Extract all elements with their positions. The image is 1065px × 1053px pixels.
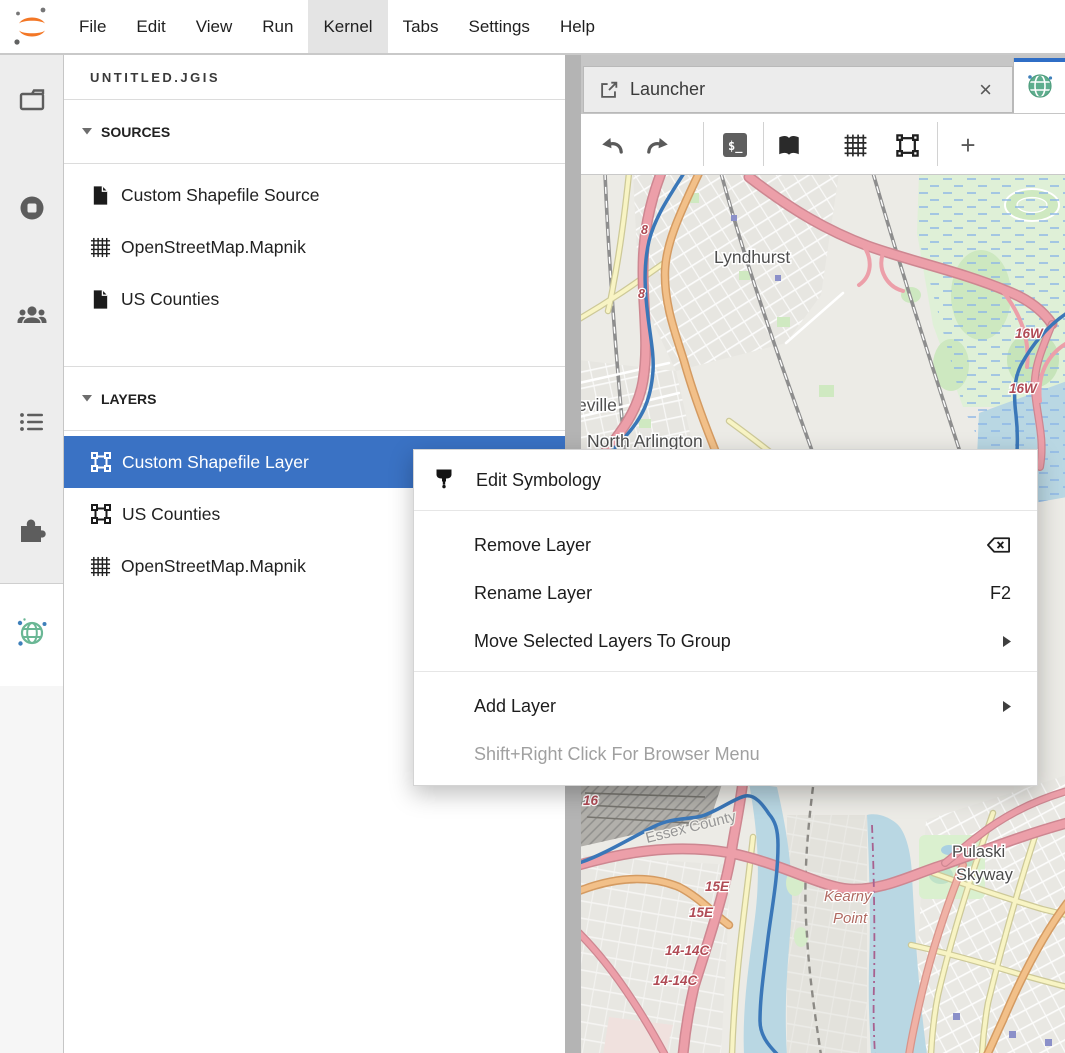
collapse-triangle-icon (82, 128, 92, 135)
layers-header-label: LAYERS (101, 391, 157, 407)
menu-run[interactable]: Run (247, 0, 308, 53)
tab-launcher[interactable]: Launcher × (583, 66, 1013, 113)
map-label-15e: 15E (689, 905, 714, 920)
delete-forward-icon (986, 535, 1011, 555)
map-label-16w: 16W (1015, 326, 1044, 341)
console-button[interactable]: $_ (718, 128, 752, 162)
submenu-arrow-icon (1003, 636, 1011, 647)
tab-launcher-label: Launcher (630, 79, 961, 100)
table-of-contents-icon[interactable] (0, 402, 63, 442)
submenu-arrow-icon (1003, 701, 1011, 712)
application-window: File Edit View Run Kernel Tabs Settings … (0, 0, 1065, 1053)
raster-grid-icon (90, 237, 111, 258)
add-raster-layer-button[interactable] (838, 128, 872, 162)
menu-bar: File Edit View Run Kernel Tabs Settings … (0, 0, 1065, 53)
map-label-belleville: eville (581, 395, 617, 415)
toolbar-separator (763, 122, 764, 166)
source-item-us-counties[interactable]: US Counties (64, 273, 565, 325)
menu-kernel[interactable]: Kernel (308, 0, 387, 53)
jupytergis-sidebar-section (0, 583, 63, 687)
sources-section-header[interactable]: SOURCES (64, 100, 565, 164)
identify-book-button[interactable] (772, 128, 806, 162)
tab-close-icon[interactable]: × (971, 77, 1000, 103)
collapse-triangle-icon (82, 395, 92, 402)
layer-label: US Counties (122, 504, 220, 525)
add-vector-layer-button[interactable] (890, 128, 924, 162)
layer-label: OpenStreetMap.Mapnik (121, 556, 306, 577)
raster-grid-icon (90, 556, 111, 577)
menu-file[interactable]: File (64, 0, 121, 53)
source-item-custom-shapefile[interactable]: Custom Shapefile Source (64, 169, 565, 221)
source-label: OpenStreetMap.Mapnik (121, 237, 306, 258)
tab-bar: Launcher × (581, 55, 1065, 114)
menu-item-label: Shift+Right Click For Browser Menu (474, 744, 760, 765)
map-label-north-arlington: North Arlington (587, 431, 703, 451)
source-label: US Counties (121, 289, 219, 310)
menu-settings[interactable]: Settings (454, 0, 545, 53)
tab-gis-document[interactable] (1013, 58, 1065, 113)
menu-edit[interactable]: Edit (121, 0, 180, 53)
plus-glyph: + (960, 130, 975, 161)
map-label-route8: 8 (638, 287, 645, 301)
toolbar-separator (937, 122, 938, 166)
source-label: Custom Shapefile Source (121, 185, 319, 206)
map-label-route8: 8 (641, 223, 648, 237)
file-browser-icon[interactable] (0, 81, 63, 121)
map-label-lyndhurst: Lyndhurst (714, 247, 790, 267)
jupyter-logo-icon (0, 5, 64, 49)
jupytergis-globe-icon (1026, 72, 1054, 105)
file-icon (90, 288, 111, 311)
menu-item-browser-menu-hint: Shift+Right Click For Browser Menu (414, 730, 1037, 778)
menu-item-label: Rename Layer (474, 583, 592, 604)
layer-context-menu: Edit Symbology Remove Layer Rename Layer… (413, 449, 1038, 786)
map-label-kearny: Kearny (824, 888, 873, 905)
vector-layer-icon (90, 503, 112, 525)
map-label-point: Point (833, 910, 868, 927)
sidebar-empty-area (0, 686, 63, 1053)
terminal-glyph: $_ (728, 139, 743, 154)
document-title: UNTITLED.JGIS (64, 55, 565, 100)
map-label-14-14c: 14-14C (665, 943, 710, 958)
toolbar-separator (703, 122, 704, 166)
map-label-pulaski: Pulaski (952, 843, 1005, 861)
map-label-skyway: Skyway (956, 866, 1014, 884)
extension-manager-puzzle-icon[interactable] (0, 509, 63, 549)
menu-item-add-layer[interactable]: Add Layer (414, 682, 1037, 730)
running-kernels-icon[interactable] (0, 188, 63, 228)
map-label-16w: 16W (1009, 381, 1038, 396)
menu-view[interactable]: View (181, 0, 248, 53)
active-tab-accent (1014, 58, 1065, 62)
launcher-icon (598, 79, 620, 101)
brush-icon (432, 466, 456, 495)
shortcut-label: F2 (990, 583, 1011, 604)
sources-header-label: SOURCES (101, 124, 170, 140)
file-icon (90, 184, 111, 207)
add-button[interactable]: + (951, 128, 985, 162)
menu-item-label: Edit Symbology (476, 470, 601, 491)
menu-item-rename-layer[interactable]: Rename Layer F2 (414, 569, 1037, 617)
activity-sidebar (0, 55, 64, 1053)
menu-item-edit-symbology[interactable]: Edit Symbology (414, 456, 1037, 504)
map-toolbar: $_ (581, 114, 1065, 175)
menu-item-label: Add Layer (474, 696, 556, 717)
vector-layer-icon (90, 451, 112, 473)
collaboration-users-icon[interactable] (0, 295, 63, 335)
menu-item-remove-layer[interactable]: Remove Layer (414, 521, 1037, 569)
source-item-openstreetmap[interactable]: OpenStreetMap.Mapnik (64, 221, 565, 273)
menu-item-label: Remove Layer (474, 535, 591, 556)
menu-item-label: Move Selected Layers To Group (474, 631, 731, 652)
menu-item-move-to-group[interactable]: Move Selected Layers To Group (414, 617, 1037, 665)
map-label-16: 16 (583, 793, 599, 808)
redo-button[interactable] (641, 128, 675, 162)
map-label-14-14c: 14-14C (653, 973, 698, 988)
jupytergis-globe-icon[interactable] (14, 615, 50, 656)
undo-button[interactable] (595, 128, 629, 162)
menu-help[interactable]: Help (545, 0, 610, 53)
layers-section-header[interactable]: LAYERS (64, 366, 565, 431)
sources-tree: Custom Shapefile Source OpenStreetMap.Ma… (64, 164, 565, 325)
menu-tabs[interactable]: Tabs (388, 0, 454, 53)
layer-label: Custom Shapefile Layer (122, 452, 309, 473)
map-label-15e: 15E (705, 879, 730, 894)
